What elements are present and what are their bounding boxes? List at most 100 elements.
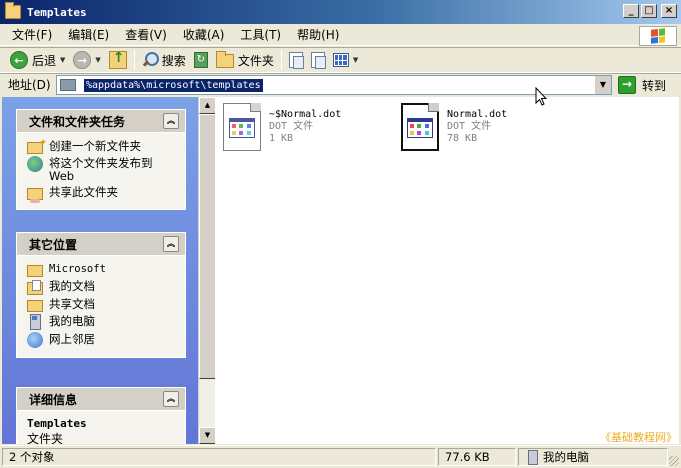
file-size: 1 KB xyxy=(269,133,294,144)
copy-to-icon xyxy=(310,52,326,69)
file-tasks-body: 创建一个新文件夹 将这个文件夹发布到 Web 共享此文件夹 xyxy=(16,133,186,210)
search-icon xyxy=(142,52,159,68)
place-label: 我的文档 xyxy=(49,279,95,293)
menu-edit[interactable]: 编辑(E) xyxy=(60,26,117,43)
status-zone: 我的电脑 xyxy=(518,448,668,466)
task-pane-scrollbar[interactable]: ▲ ▼ xyxy=(198,97,216,444)
resize-grip-icon[interactable] xyxy=(669,456,679,466)
search-button[interactable]: 搜索 xyxy=(138,49,190,71)
file-item-temp-normal[interactable]: ~$Normal.dot DOT 文件 1 KB xyxy=(223,103,341,151)
details-title: 详细信息 xyxy=(29,392,78,407)
file-type: DOT 文件 xyxy=(447,121,492,132)
shared-documents-icon xyxy=(27,300,43,312)
up-button[interactable] xyxy=(105,49,131,71)
sync-button[interactable]: ↻ xyxy=(190,49,212,71)
toolbar-separator xyxy=(280,50,282,70)
windows-flag-icon xyxy=(651,28,665,44)
place-shared-documents[interactable]: 共享文档 xyxy=(27,298,177,312)
other-places-header[interactable]: 其它位置 ︽ xyxy=(16,232,186,256)
title-bar[interactable]: Templates _ □ × xyxy=(0,0,681,24)
minimize-button[interactable]: _ xyxy=(623,4,639,18)
my-computer-icon xyxy=(27,314,43,330)
task-pane: 文件和文件夹任务 ︽ 创建一个新文件夹 将这个文件夹发布到 Web 共享此文件夹… xyxy=(2,97,198,444)
move-to-button[interactable] xyxy=(285,49,307,71)
folder-icon xyxy=(5,2,21,19)
place-network[interactable]: 网上邻居 xyxy=(27,332,177,348)
my-documents-icon xyxy=(27,280,43,295)
details-type: 文件夹 xyxy=(27,432,64,444)
status-zone-label: 我的电脑 xyxy=(543,450,589,464)
back-dropdown-icon[interactable]: ▼ xyxy=(60,56,65,64)
details-header[interactable]: 详细信息 ︽ xyxy=(16,387,186,411)
menu-file[interactable]: 文件(F) xyxy=(0,26,60,43)
place-label: 网上邻居 xyxy=(49,332,95,346)
my-computer-icon xyxy=(525,450,539,465)
details-body: Templates 文件夹 xyxy=(16,411,186,444)
sync-icon: ↻ xyxy=(193,52,208,68)
close-button[interactable]: × xyxy=(661,4,677,18)
task-label: 将这个文件夹发布到 Web xyxy=(49,156,153,183)
status-size: 77.6 KB xyxy=(438,448,516,466)
file-info: ~$Normal.dot DOT 文件 1 KB xyxy=(269,103,341,151)
network-places-icon xyxy=(27,332,43,348)
menu-help[interactable]: 帮助(H) xyxy=(289,26,347,43)
file-item-normal[interactable]: Normal.dot DOT 文件 78 KB xyxy=(401,103,507,151)
address-dropdown-icon[interactable]: ▼ xyxy=(594,76,611,94)
scroll-down-icon[interactable]: ▼ xyxy=(199,427,216,444)
place-label: 我的电脑 xyxy=(49,314,95,328)
menu-tools[interactable]: 工具(T) xyxy=(232,26,289,43)
other-places-body: Microsoft 我的文档 共享文档 我的电脑 网上邻居 xyxy=(16,256,186,358)
folder-icon xyxy=(215,51,234,68)
forward-button[interactable]: → ▼ xyxy=(69,49,104,71)
maximize-button[interactable]: □ xyxy=(641,4,657,18)
back-button[interactable]: ← 后退 ▼ xyxy=(6,49,69,71)
move-to-icon xyxy=(288,52,304,69)
collapse-icon[interactable]: ︽ xyxy=(163,113,179,129)
task-label: 创建一个新文件夹 xyxy=(49,139,141,153)
collapse-icon[interactable]: ︽ xyxy=(163,236,179,252)
watermark-text: 《基础教程网》 xyxy=(600,431,677,444)
back-arrow-icon: ← xyxy=(10,51,28,69)
go-label: 转到 xyxy=(642,78,667,93)
menu-bar: 文件(F) 编辑(E) 查看(V) 收藏(A) 工具(T) 帮助(H) xyxy=(0,24,681,46)
file-name: ~$Normal.dot xyxy=(269,109,342,120)
go-arrow-icon: → xyxy=(618,76,636,94)
place-label: 共享文档 xyxy=(49,297,95,311)
word-template-icon xyxy=(223,103,261,151)
collapse-icon[interactable]: ︽ xyxy=(163,391,179,407)
folder-icon xyxy=(27,265,43,277)
address-input[interactable]: %appdata%\microsoft\templates ▼ xyxy=(56,75,612,95)
file-type: DOT 文件 xyxy=(269,121,314,132)
back-label: 后退 xyxy=(32,53,57,68)
place-my-documents[interactable]: 我的文档 xyxy=(27,280,177,295)
file-tasks-header[interactable]: 文件和文件夹任务 ︽ xyxy=(16,109,186,133)
file-tasks-title: 文件和文件夹任务 xyxy=(29,114,126,129)
views-button[interactable]: ▼ xyxy=(329,49,362,71)
place-my-computer[interactable]: 我的电脑 xyxy=(27,314,177,330)
menu-view[interactable]: 查看(V) xyxy=(117,26,175,43)
views-dropdown-icon: ▼ xyxy=(352,56,359,64)
folders-button[interactable]: 文件夹 xyxy=(212,49,278,71)
address-value[interactable]: %appdata%\microsoft\templates xyxy=(84,78,263,92)
task-new-folder[interactable]: 创建一个新文件夹 xyxy=(27,137,177,154)
forward-dropdown-icon[interactable]: ▼ xyxy=(95,56,100,64)
details-name: Templates xyxy=(27,417,87,430)
scroll-thumb[interactable] xyxy=(199,114,216,379)
file-name: Normal.dot xyxy=(447,109,508,120)
views-icon xyxy=(332,53,349,67)
file-tasks-panel: 文件和文件夹任务 ︽ 创建一个新文件夹 将这个文件夹发布到 Web 共享此文件夹 xyxy=(16,109,186,210)
go-button[interactable]: → 转到 xyxy=(618,76,666,94)
menu-favorites[interactable]: 收藏(A) xyxy=(175,26,233,43)
folder-icon xyxy=(60,79,76,91)
other-places-title: 其它位置 xyxy=(29,237,78,252)
windows-logo xyxy=(639,26,677,46)
folders-label: 文件夹 xyxy=(237,53,274,68)
copy-to-button[interactable] xyxy=(307,49,329,71)
status-object-count: 2 个对象 xyxy=(2,448,436,466)
task-label: 共享此文件夹 xyxy=(49,185,118,199)
task-publish-web[interactable]: 将这个文件夹发布到 Web xyxy=(27,156,177,183)
scroll-up-icon[interactable]: ▲ xyxy=(199,97,216,114)
place-microsoft[interactable]: Microsoft xyxy=(27,263,177,277)
folder-up-icon xyxy=(108,50,127,69)
task-share-folder[interactable]: 共享此文件夹 xyxy=(27,185,177,203)
